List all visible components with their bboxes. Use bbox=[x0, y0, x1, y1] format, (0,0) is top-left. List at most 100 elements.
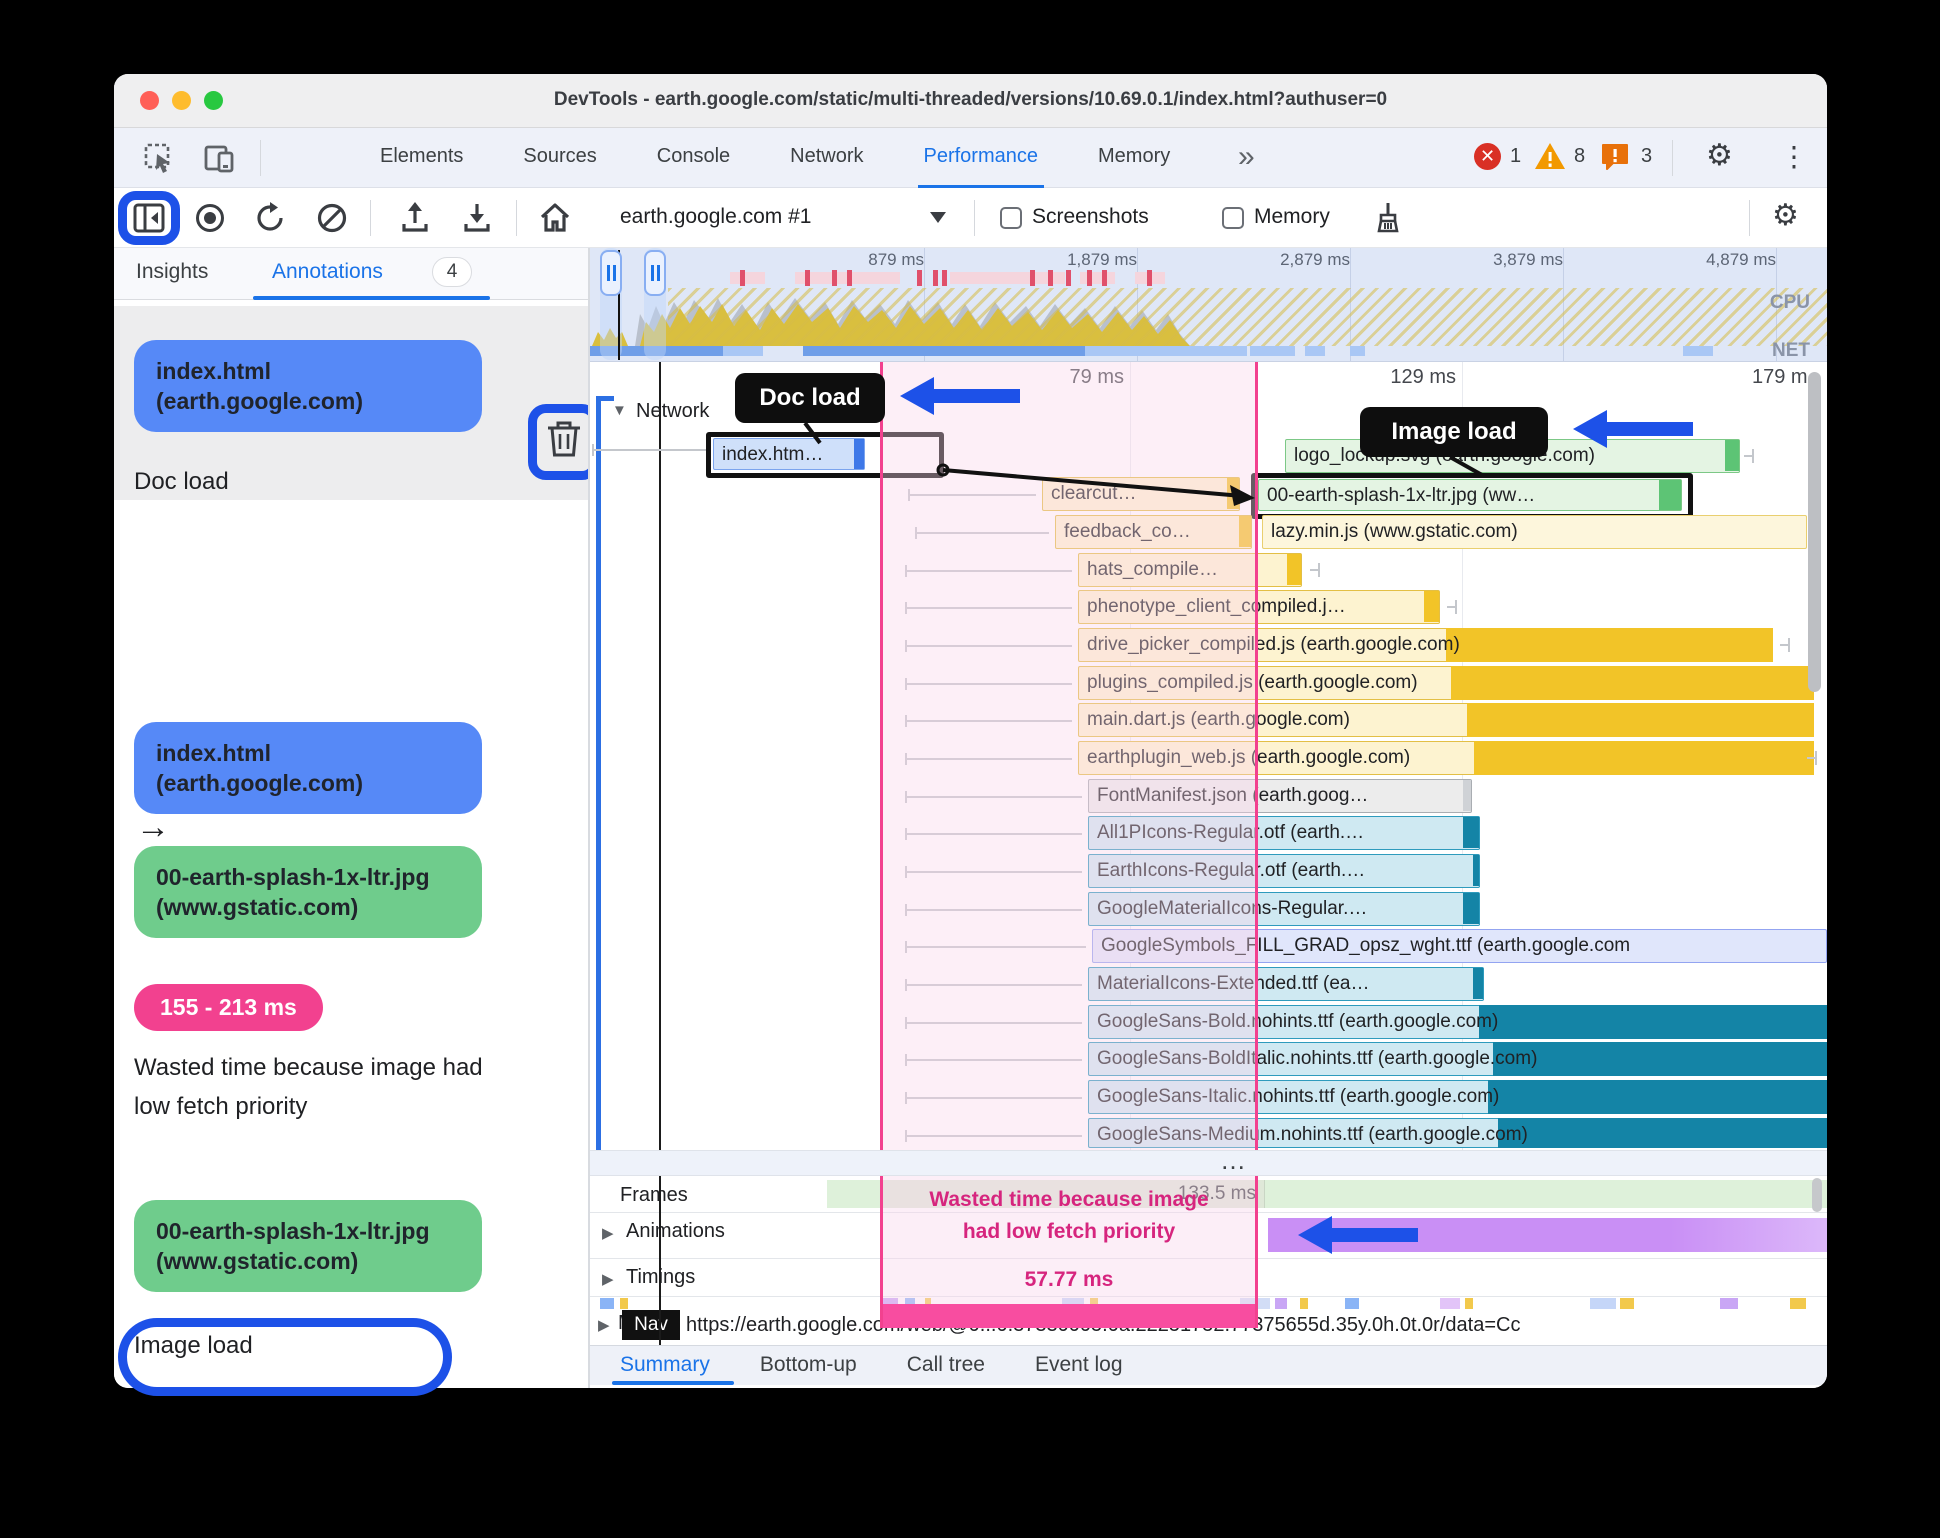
annotated-request-box[interactable]: 00-earth-splash-1x-ltr.jpg (ww… bbox=[1251, 473, 1693, 519]
cpu-strip-label: CPU bbox=[1769, 292, 1810, 313]
screenshot-stage: DevTools - earth.google.com/static/multi… bbox=[0, 0, 1940, 1538]
network-track-collapse-icon[interactable]: ▼ bbox=[612, 402, 627, 419]
settings-gear-icon[interactable]: ⚙ bbox=[1706, 138, 1733, 173]
bottom-tab-event-log[interactable]: Event log bbox=[1035, 1353, 1123, 1377]
screenshots-checkbox[interactable] bbox=[1000, 207, 1022, 229]
link-arrow: → bbox=[136, 808, 170, 846]
annotation-pill-splash-jpg[interactable]: 00-earth-splash-1x-ltr.jpg (www.gstatic.… bbox=[134, 846, 482, 938]
request-cap bbox=[1807, 751, 1817, 765]
waterfall-scrollbar[interactable] bbox=[1808, 372, 1821, 692]
network-track-label: Network bbox=[636, 400, 710, 422]
chevron-down-icon[interactable] bbox=[930, 212, 946, 223]
image-load-callout: Image load bbox=[1360, 407, 1548, 457]
error-count: 1 bbox=[1510, 145, 1522, 167]
annotation-range-text: Wasted time because image had low fetch … bbox=[134, 1054, 483, 1120]
inspect-element-icon[interactable] bbox=[144, 143, 174, 173]
tab-performance[interactable]: Performance bbox=[917, 128, 1044, 188]
overview-tick: 3,879 ms bbox=[1493, 250, 1563, 269]
bottom-tab-call-tree[interactable]: Call tree bbox=[907, 1353, 985, 1377]
overview-tick: 1,879 ms bbox=[1067, 250, 1137, 269]
overlay-annotation-line2: had low fetch priority bbox=[962, 1220, 1176, 1243]
frames-scrollbar[interactable] bbox=[1812, 1178, 1822, 1212]
annotation-entry-doc-load[interactable]: index.html (earth.google.com) Doc load bbox=[114, 306, 600, 500]
left-range-handle[interactable] bbox=[600, 250, 622, 296]
tab-console[interactable]: Console bbox=[651, 128, 736, 188]
right-range-handle[interactable] bbox=[644, 250, 666, 296]
waterfall-tick: 129 ms bbox=[1390, 366, 1456, 388]
selected-track-accent-stub bbox=[596, 396, 614, 401]
doc-load-callout: Doc load bbox=[735, 373, 885, 423]
annotations-sidebar: Insights Annotations 4 index.html (earth… bbox=[114, 248, 600, 1388]
request-whisker bbox=[592, 444, 706, 456]
toggle-device-toolbar-icon[interactable] bbox=[204, 143, 236, 173]
overlay-annotation-value: 57.77 ms bbox=[1024, 1268, 1114, 1291]
warning-badge-icon[interactable] bbox=[1534, 141, 1566, 171]
window-title: DevTools - earth.google.com/static/multi… bbox=[553, 89, 1388, 110]
target-selector[interactable]: earth.google.com #1 bbox=[620, 205, 811, 229]
home-icon[interactable] bbox=[538, 201, 572, 235]
overview-tick: 879 ms bbox=[868, 250, 924, 269]
memory-checkbox[interactable] bbox=[1222, 207, 1244, 229]
performance-toolbar: earth.google.com #1 Screenshots Memory ⚙ bbox=[114, 188, 1827, 248]
show-sidebar-icon[interactable] bbox=[133, 203, 165, 233]
bottom-tab-bar: Summary Bottom-up Call tree Event log bbox=[590, 1345, 1827, 1388]
tab-network[interactable]: Network bbox=[784, 128, 869, 188]
hidden-rows-strip[interactable]: … bbox=[590, 1145, 1827, 1176]
issues-count: 3 bbox=[1641, 145, 1653, 167]
kebab-menu-icon[interactable]: ⋮ bbox=[1780, 140, 1808, 173]
garbage-collect-brush-icon[interactable] bbox=[1372, 201, 1404, 235]
active-tab-underline bbox=[253, 296, 490, 300]
warning-count: 8 bbox=[1574, 145, 1586, 167]
request-label: lazy.min.js (www.gstatic.com) bbox=[1271, 521, 1518, 542]
annotation-label-doc-load: Doc load bbox=[134, 468, 229, 495]
bottom-tab-bottom-up[interactable]: Bottom-up bbox=[760, 1353, 857, 1377]
network-waterfall[interactable]: 79 ms 129 ms 179 m ▼ Network index.htm… log… bbox=[590, 362, 1827, 1150]
marker-line bbox=[659, 362, 661, 1150]
tab-annotations[interactable]: Annotations bbox=[272, 260, 383, 284]
screenshots-label: Screenshots bbox=[1032, 205, 1149, 228]
request-cap bbox=[1744, 449, 1754, 463]
annotation-pill-index-html[interactable]: index.html (earth.google.com) bbox=[134, 340, 482, 432]
net-strip-label: NET bbox=[1772, 340, 1810, 361]
annotation-pill-index-html-2[interactable]: index.html (earth.google.com) bbox=[134, 722, 482, 814]
annotation-range-pill[interactable]: 155 - 213 ms bbox=[134, 984, 323, 1031]
bottom-tab-summary[interactable]: Summary bbox=[620, 1353, 710, 1377]
overlay-range-bar bbox=[883, 1304, 1255, 1328]
request-cap bbox=[1310, 563, 1320, 577]
record-icon[interactable] bbox=[196, 204, 224, 232]
reload-record-icon[interactable] bbox=[254, 202, 286, 234]
more-tabs-icon[interactable]: » bbox=[1238, 140, 1255, 174]
annotations-count-badge: 4 bbox=[432, 257, 472, 287]
memory-label: Memory bbox=[1254, 205, 1330, 228]
network-activity-strip bbox=[590, 346, 1827, 358]
tab-elements[interactable]: Elements bbox=[374, 128, 469, 188]
upload-profile-icon[interactable] bbox=[400, 202, 430, 234]
network-request[interactable]: index.htm… bbox=[713, 438, 865, 470]
annotation-range-overlay-bottom: Wasted time because image had low fetch … bbox=[880, 1176, 1258, 1328]
error-badge-icon[interactable]: ✕ bbox=[1474, 143, 1501, 170]
tab-insights[interactable]: Insights bbox=[136, 260, 208, 284]
timings-expand-icon[interactable]: ▶ bbox=[602, 1270, 614, 1288]
network-request[interactable]: lazy.min.js (www.gstatic.com) bbox=[1262, 515, 1807, 549]
overview-tick: 2,879 ms bbox=[1280, 250, 1350, 269]
clear-icon[interactable] bbox=[316, 202, 348, 234]
annotation-range-overlay bbox=[880, 362, 1258, 1150]
frames-track-label: Frames bbox=[620, 1184, 688, 1206]
tab-sources[interactable]: Sources bbox=[517, 128, 602, 188]
divider bbox=[260, 140, 261, 176]
tab-memory[interactable]: Memory bbox=[1092, 128, 1176, 188]
request-cap bbox=[1447, 600, 1457, 614]
long-task-markers bbox=[590, 270, 1827, 286]
timeline-overview[interactable]: 879 ms1,879 ms2,879 ms3,879 ms4,879 ms5,… bbox=[590, 248, 1827, 362]
title-bar[interactable]: DevTools - earth.google.com/static/multi… bbox=[114, 74, 1827, 128]
download-profile-icon[interactable] bbox=[462, 202, 492, 234]
annotation-pill-splash-jpg-2[interactable]: 00-earth-splash-1x-ltr.jpg (www.gstatic.… bbox=[134, 1200, 482, 1292]
devtools-window: DevTools - earth.google.com/static/multi… bbox=[114, 74, 1827, 1388]
doc-load-arrow-icon bbox=[900, 377, 1020, 415]
issues-badge-icon[interactable] bbox=[1600, 142, 1630, 172]
animations-expand-icon[interactable]: ▶ bbox=[602, 1224, 614, 1242]
divider bbox=[1749, 200, 1750, 236]
main-expand-icon[interactable]: ▶ bbox=[598, 1316, 610, 1334]
network-request[interactable]: 00-earth-splash-1x-ltr.jpg (ww… bbox=[1258, 479, 1682, 511]
capture-settings-gear-icon[interactable]: ⚙ bbox=[1772, 198, 1799, 233]
